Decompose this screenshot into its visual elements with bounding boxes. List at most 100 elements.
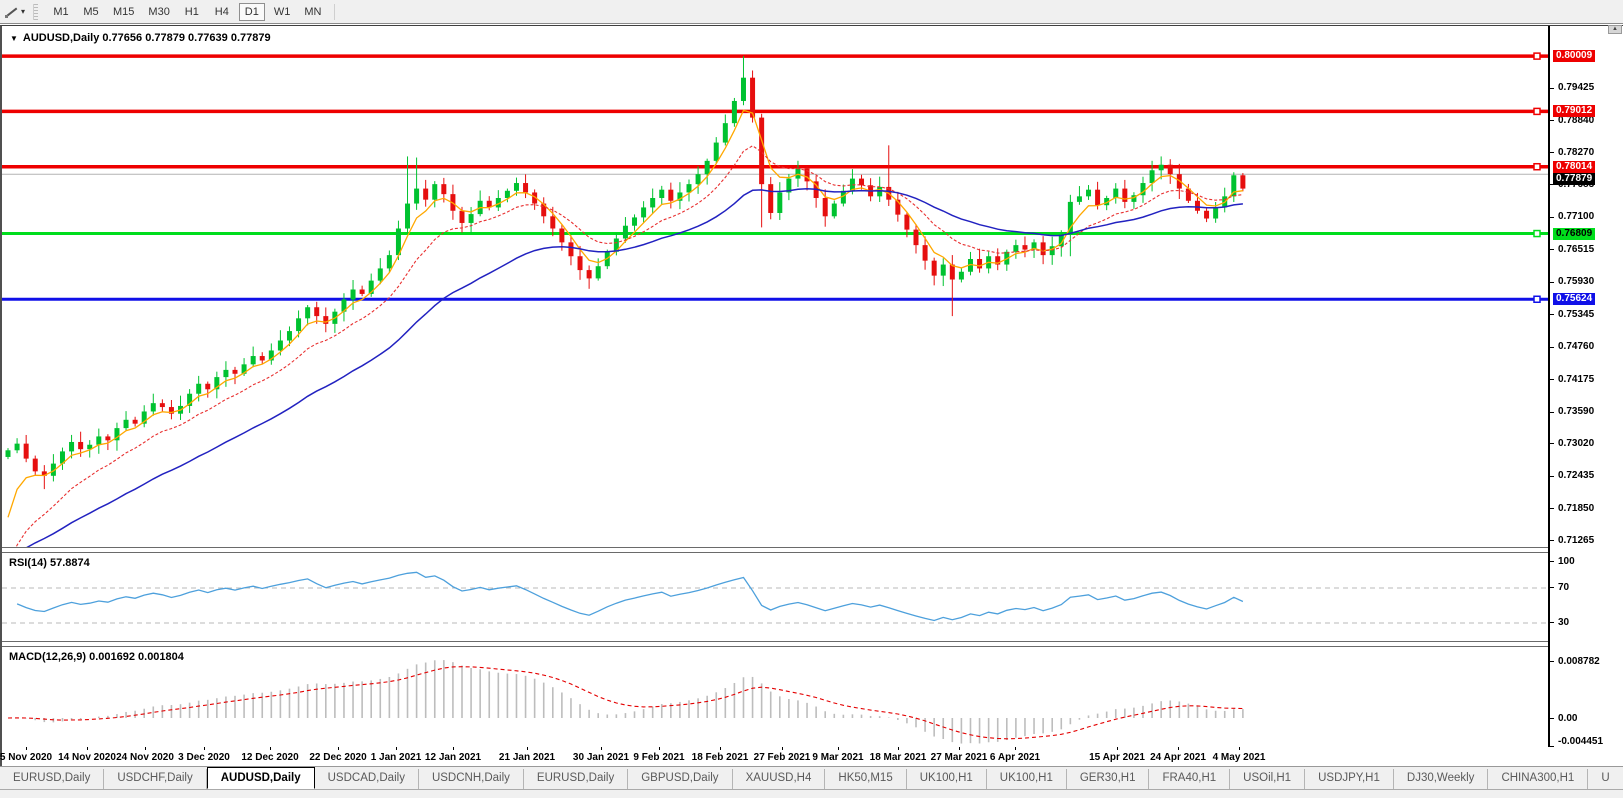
date-tick — [338, 747, 339, 750]
date-label: 27 Feb 2021 — [753, 752, 811, 763]
price-tick — [1550, 411, 1554, 413]
date-tick — [782, 747, 783, 750]
rsi-tick — [1550, 561, 1554, 563]
date-label: 9 Feb 2021 — [633, 752, 685, 763]
timeframe-m30[interactable]: M30 — [143, 3, 174, 21]
toolbar-drag-handle — [33, 3, 39, 20]
date-label: 22 Dec 2020 — [309, 752, 367, 763]
level-handle[interactable] — [1533, 295, 1541, 304]
level-handle[interactable] — [1533, 162, 1541, 171]
top-toolbar: ▾ M1 M5 M15 M30 H1 H4 D1 W1 MN — [0, 0, 1623, 24]
candlestick-chart[interactable] — [2, 26, 1548, 547]
chart-tab-usdjpy-h1[interactable]: USDJPY,H1 — [1305, 769, 1394, 789]
current-price-badge: 0.77879 — [1553, 173, 1596, 186]
price-tick — [1550, 508, 1554, 509]
date-label: 14 Nov 2020 — [58, 752, 116, 763]
level-price-badge: 0.75624 — [1553, 293, 1596, 306]
chart-tab-uk100-h1[interactable]: UK100,H1 — [907, 769, 987, 789]
candles — [5, 56, 1246, 490]
chart-tab-eurusd-daily[interactable]: EURUSD,Daily — [524, 769, 629, 789]
macd-indicator-panel[interactable]: MACD(12,26,9) 0.001692 0.001804 — [2, 647, 1548, 747]
level-handle[interactable] — [1533, 107, 1541, 116]
chart-tab-u[interactable]: U — [1588, 769, 1623, 789]
date-label: 12 Dec 2020 — [241, 752, 299, 763]
rsi-tick-label: 30 — [1558, 616, 1570, 628]
price-scale[interactable]: ▲ 0.794250.788400.782700.776850.771000.7… — [1550, 25, 1623, 547]
timeframe-w1[interactable]: W1 — [269, 3, 296, 21]
date-label: 4 May 2021 — [1212, 752, 1266, 763]
timeframe-h1[interactable]: H1 — [179, 3, 205, 21]
macd-chart[interactable] — [2, 647, 1548, 747]
chart-tab-eurusd-daily[interactable]: EURUSD,Daily — [0, 769, 105, 789]
date-label: 5 Nov 2020 — [0, 752, 53, 763]
price-tick-label: 0.75930 — [1558, 276, 1595, 288]
date-tick — [1178, 747, 1179, 750]
timeframe-m1[interactable]: M1 — [48, 3, 74, 21]
chart-tab-dj30-weekly[interactable]: DJ30,Weekly — [1394, 769, 1489, 789]
date-tick — [26, 747, 27, 750]
date-tick — [1239, 747, 1240, 750]
price-tick-label: 0.76515 — [1558, 243, 1595, 255]
chart-tab-fra40-h1[interactable]: FRA40,H1 — [1149, 769, 1231, 789]
price-chart-panel[interactable]: ▼ AUDUSD,Daily 0.77656 0.77879 0.77639 0.… — [2, 26, 1548, 547]
price-tick-label: 0.73590 — [1558, 406, 1595, 418]
chart-tab-usdchf-daily[interactable]: USDCHF,Daily — [104, 769, 207, 789]
chart-tab-usdcad-daily[interactable]: USDCAD,Daily — [315, 769, 419, 789]
date-label: 21 Jan 2021 — [498, 752, 556, 763]
level-handle[interactable] — [1533, 52, 1541, 60]
chart-tab-china300-h1[interactable]: CHINA300,H1 — [1488, 769, 1589, 789]
price-tick — [1550, 379, 1554, 381]
date-label: 27 Mar 2021 — [930, 752, 988, 763]
date-tick — [396, 747, 397, 750]
rsi-chart[interactable] — [2, 553, 1548, 641]
chevron-down-icon[interactable]: ▼ — [10, 34, 18, 43]
timeframe-h4[interactable]: H4 — [209, 3, 235, 21]
level-handle[interactable] — [1533, 229, 1541, 238]
price-tick-label: 0.73020 — [1558, 437, 1595, 449]
price-tick — [1550, 346, 1554, 348]
chart-tab-xauusd-h4[interactable]: XAUUSD,H4 — [733, 769, 826, 789]
date-tick — [270, 747, 271, 750]
rsi-line — [16, 571, 1244, 622]
axis-scroll-button[interactable]: ▲ — [1608, 25, 1622, 34]
time-scale[interactable]: 5 Nov 2020 14 Nov 2020 24 Nov 2020 3 Dec 20… — [0, 747, 1623, 767]
chart-tab-ger30-h1[interactable]: GER30,H1 — [1067, 769, 1150, 789]
price-tick — [1550, 249, 1554, 251]
chevron-down-icon[interactable]: ▾ — [21, 7, 25, 16]
date-tick — [87, 747, 88, 750]
rsi-indicator-panel[interactable]: RSI(14) 57.8874 — [2, 553, 1548, 641]
date-label: 24 Nov 2020 — [116, 752, 174, 763]
chart-tab-usdcnh-daily[interactable]: USDCNH,Daily — [419, 769, 524, 789]
macd-scale[interactable]: 0.008782 0.00 -0.004451 — [1550, 647, 1623, 747]
price-tick-label: 0.71850 — [1558, 502, 1595, 514]
axis-border — [1548, 26, 1550, 747]
mt4-terminal: { "toolbar": { "cursor_tool_icon": "line… — [0, 0, 1623, 798]
macd-tick-label: -0.004451 — [1558, 736, 1604, 747]
date-label: 6 Apr 2021 — [989, 752, 1041, 763]
date-label: 18 Mar 2021 — [869, 752, 927, 763]
price-tick — [1550, 314, 1554, 316]
chart-tab-gbpusd-daily[interactable]: GBPUSD,Daily — [628, 769, 733, 789]
price-tick — [1550, 443, 1554, 445]
rsi-label: RSI(14) 57.8874 — [9, 557, 90, 569]
date-label: 12 Jan 2021 — [424, 752, 482, 763]
rsi-scale[interactable]: 100 70 30 — [1550, 553, 1623, 641]
macd-histogram — [16, 660, 1244, 744]
macd-tick-label: 0.008782 — [1558, 655, 1600, 667]
chart-window: ▼ AUDUSD,Daily 0.77656 0.77879 0.77639 0.… — [0, 25, 1623, 767]
chart-tab-usoil-h1[interactable]: USOil,H1 — [1230, 769, 1306, 789]
macd-label: MACD(12,26,9) 0.001692 0.001804 — [9, 651, 184, 663]
date-tick — [838, 747, 839, 750]
timeframe-mn[interactable]: MN — [299, 3, 326, 21]
line-tool-icon[interactable] — [3, 3, 21, 21]
chart-tab-hk50-m15[interactable]: HK50,M15 — [825, 769, 907, 789]
date-label: 9 Mar 2021 — [812, 752, 864, 763]
timeframe-buttons: M1 M5 M15 M30 H1 H4 D1 W1 MN — [46, 2, 328, 21]
timeframe-m5[interactable]: M5 — [78, 3, 104, 21]
date-label: 1 Jan 2021 — [370, 752, 422, 763]
chart-tab-uk100-h1[interactable]: UK100,H1 — [987, 769, 1067, 789]
timeframe-m15[interactable]: M15 — [108, 3, 139, 21]
chart-title-text: AUDUSD,Daily 0.77656 0.77879 0.77639 0.7… — [22, 32, 271, 44]
chart-tab-audusd-daily[interactable]: AUDUSD,Daily — [206, 767, 315, 789]
timeframe-d1[interactable]: D1 — [238, 2, 265, 21]
